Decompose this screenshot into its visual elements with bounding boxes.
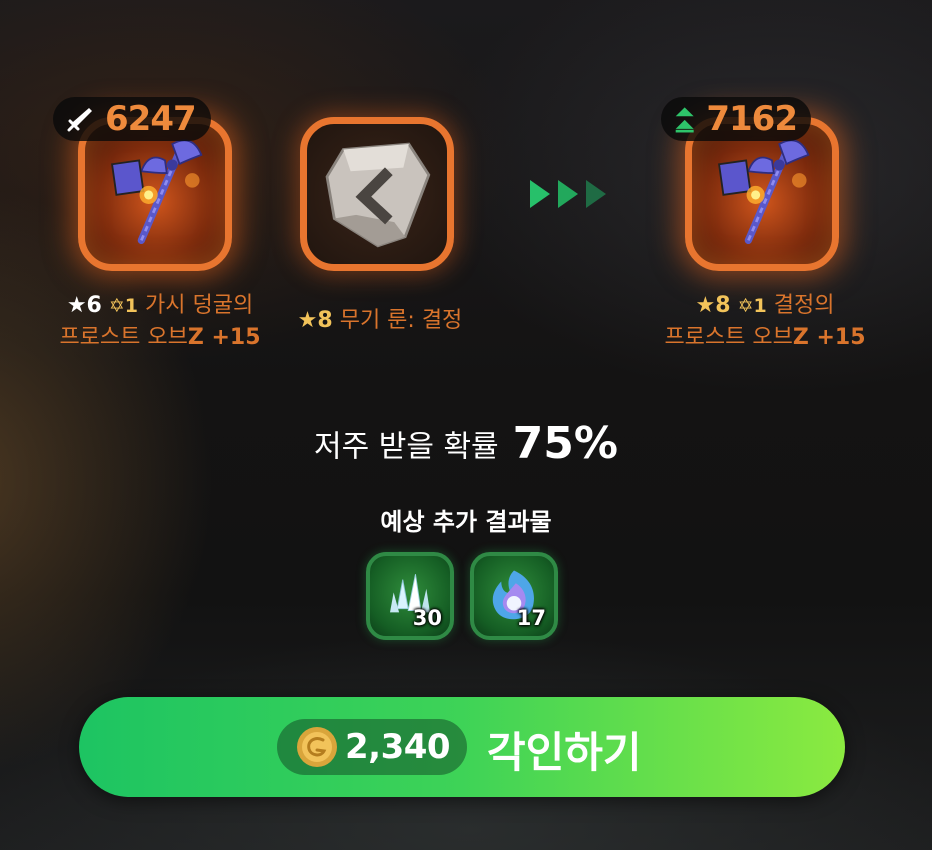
result-sub-grade: ✡1 — [737, 295, 767, 317]
result-name-line2: 프로스트 오브 — [664, 325, 793, 350]
curse-chance-value: 75% — [512, 418, 618, 469]
source-power-value: 6247 — [105, 99, 197, 139]
axe-icon — [718, 139, 810, 244]
source-sub-grade: ✡1 — [108, 295, 138, 317]
reward-qty: 30 — [412, 606, 442, 630]
source-item-label: ★6 ✡1 가시 덩굴의 프로스트 오브Z +15 — [40, 290, 280, 353]
rune-grade: ★8 — [297, 308, 333, 333]
result-power-badge: 7162 — [661, 97, 811, 141]
gold-coin-icon — [297, 727, 337, 767]
result-power-value: 7162 — [706, 99, 798, 139]
curse-chance: 저주 받을 확률 75% — [0, 418, 932, 469]
engrave-button[interactable]: 2,340 각인하기 — [79, 697, 845, 797]
rune-name: 무기 룬: 결정 — [339, 308, 463, 333]
axe-icon — [111, 139, 203, 244]
result-grade: ★8 — [695, 293, 731, 318]
rune-stone-icon — [325, 142, 431, 248]
engrave-cost: 2,340 — [345, 727, 451, 767]
power-up-icon — [675, 107, 694, 133]
rune-slot[interactable] — [300, 117, 454, 271]
extra-results-title: 예상 추가 결과물 — [380, 508, 552, 536]
curse-chance-label: 저주 받을 확률 — [313, 429, 499, 465]
source-power-badge: 6247 — [53, 97, 211, 141]
source-name-suffix: Z +15 — [187, 325, 261, 350]
result-name-line1: 결정의 — [773, 293, 835, 318]
source-grade: ★6 — [66, 293, 102, 318]
sword-icon — [67, 108, 92, 132]
source-name-line1: 가시 덩굴의 — [144, 293, 254, 318]
engrave-button-label: 각인하기 — [487, 728, 642, 777]
cost-pill: 2,340 — [277, 719, 467, 775]
forward-arrows-icon — [530, 180, 606, 208]
result-name-suffix: Z +15 — [792, 325, 866, 350]
rune-label: ★8 무기 룬: 결정 — [270, 305, 490, 336]
reward-item-flame[interactable]: 17 — [470, 552, 558, 640]
reward-item-crystal[interactable]: 30 — [366, 552, 454, 640]
result-item-label: ★8 ✡1 결정의 프로스트 오브Z +15 — [645, 290, 885, 353]
source-name-line2: 프로스트 오브 — [59, 325, 188, 350]
reward-qty: 17 — [516, 606, 546, 630]
